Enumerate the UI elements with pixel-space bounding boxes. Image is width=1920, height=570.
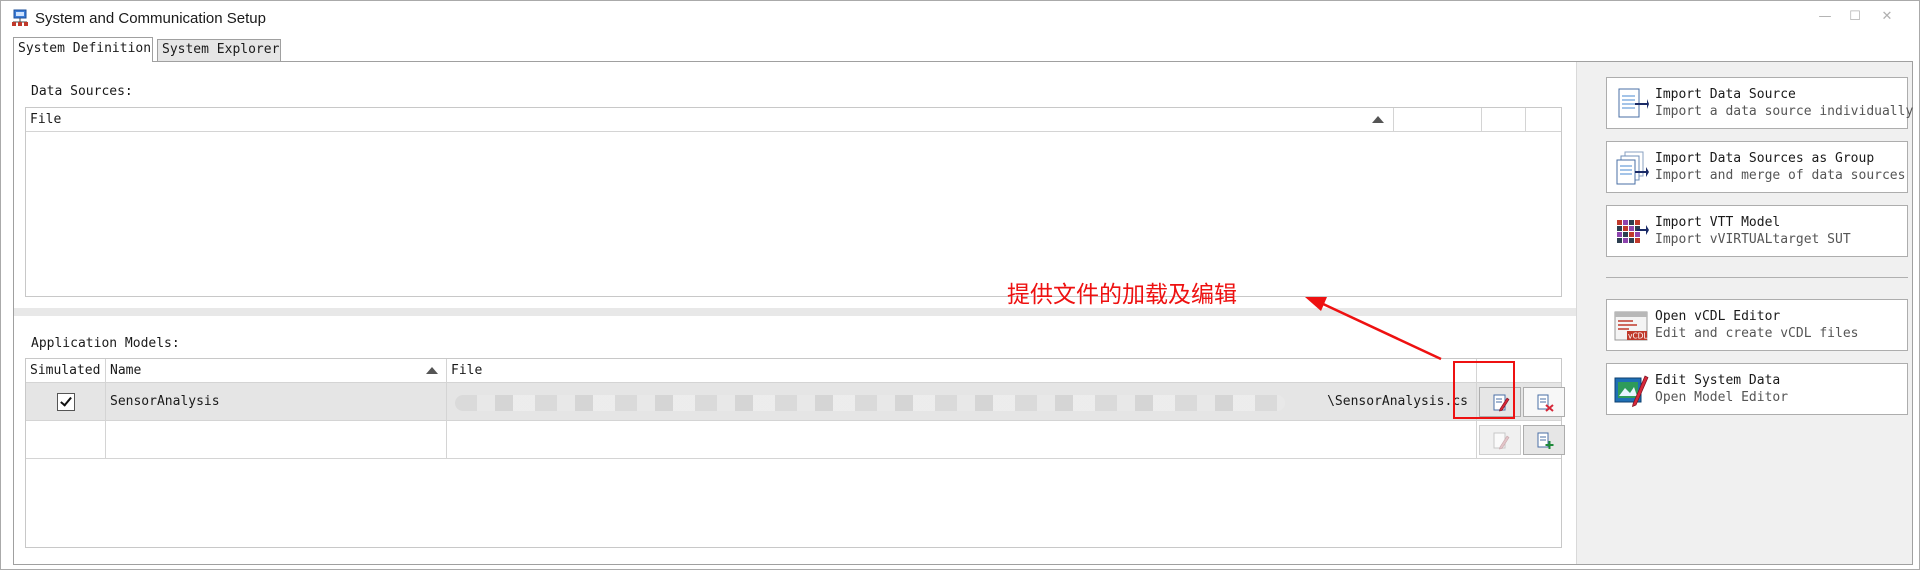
button-title: Import Data Sources as Group — [1655, 151, 1875, 166]
tab-system-definition[interactable]: System Definition — [13, 37, 153, 62]
column-header-blank-3[interactable] — [1526, 108, 1561, 132]
definition-pane: Data Sources: File Application Models: S — [14, 62, 1576, 564]
column-header-blank-2[interactable] — [1482, 108, 1526, 132]
button-title: Open vCDL Editor — [1655, 309, 1781, 324]
network-setup-icon — [12, 9, 28, 26]
table-row[interactable] — [26, 421, 1565, 459]
button-description: Edit and create vCDL files — [1655, 326, 1859, 341]
simulated-cell — [26, 421, 106, 459]
minimize-button[interactable]: — — [1811, 5, 1839, 29]
data-sources-label: Data Sources: — [31, 84, 133, 99]
data-sources-grid[interactable]: File — [25, 107, 1562, 297]
edit-document-icon — [1493, 432, 1510, 450]
model-name-cell[interactable] — [106, 421, 447, 459]
add-file-button[interactable] — [1523, 425, 1565, 455]
tab-system-explorer[interactable]: System Explorer — [157, 39, 281, 61]
button-title: Edit System Data — [1655, 373, 1781, 388]
application-models-grid[interactable]: Simulated Name File SensorAnalysis \Sens… — [25, 358, 1565, 548]
column-header-label: Name — [110, 363, 142, 378]
actions-pane: Import Data Source Import a data source … — [1590, 62, 1913, 564]
column-header-label: File — [30, 112, 62, 127]
annotation-text: 提供文件的加载及编辑 — [1007, 282, 1237, 308]
highlight-box — [1453, 361, 1515, 419]
data-sources-header: File — [26, 108, 1561, 132]
row-actions-cell — [1477, 421, 1565, 459]
import-data-source-button[interactable]: Import Data Source Import a data source … — [1606, 77, 1913, 129]
horizontal-splitter[interactable] — [14, 308, 1576, 316]
column-header-name[interactable]: Name — [106, 359, 447, 383]
column-header-simulated[interactable]: Simulated — [26, 359, 106, 383]
documents-group-import-icon — [1616, 151, 1649, 185]
application-models-label: Application Models: — [31, 336, 180, 351]
title-bar: System and Communication Setup — ☐ ✕ — [1, 1, 1919, 35]
simulated-checkbox[interactable] — [57, 393, 75, 411]
column-header-file[interactable]: File — [26, 108, 1394, 132]
button-description: Open Model Editor — [1655, 390, 1789, 405]
svg-text:vCDL: vCDL — [1628, 332, 1648, 341]
table-row[interactable]: SensorAnalysis \SensorAnalysis.cs — [26, 383, 1565, 421]
import-data-sources-group-button[interactable]: Import Data Sources as Group Import and … — [1606, 141, 1908, 193]
model-file-name: \SensorAnalysis.cs — [1327, 394, 1468, 409]
model-file-cell[interactable]: \SensorAnalysis.cs — [447, 383, 1477, 421]
close-button[interactable]: ✕ — [1873, 5, 1901, 29]
maximize-button[interactable]: ☐ — [1841, 5, 1869, 29]
document-import-icon — [1618, 88, 1649, 118]
sort-ascending-icon — [426, 367, 438, 374]
vertical-splitter[interactable] — [1576, 62, 1590, 564]
button-title: Import Data Source — [1655, 87, 1796, 102]
column-header-blank-1[interactable] — [1394, 108, 1482, 132]
app-window: System and Communication Setup — ☐ ✕ Sys… — [0, 0, 1920, 570]
blurred-file-path — [455, 395, 1285, 411]
separator — [1606, 277, 1908, 278]
simulated-cell — [26, 383, 106, 421]
vcdl-editor-icon: vCDL — [1614, 311, 1648, 341]
tab-content: Data Sources: File Application Models: S — [13, 61, 1913, 565]
application-models-header: Simulated Name File — [26, 359, 1561, 383]
model-file-cell[interactable] — [447, 421, 1477, 459]
open-vcdl-editor-button[interactable]: vCDL Open vCDL Editor Edit and create vC… — [1606, 299, 1908, 351]
edit-system-data-icon — [1614, 375, 1649, 408]
button-description: Import vVIRTUALtarget SUT — [1655, 232, 1851, 247]
edit-file-button — [1479, 425, 1521, 455]
edit-system-data-button[interactable]: Edit System Data Open Model Editor — [1606, 363, 1908, 415]
sort-ascending-icon — [1372, 116, 1384, 123]
remove-document-icon — [1537, 394, 1554, 412]
button-description: Import and merge of data sources — [1655, 168, 1906, 183]
model-name-cell[interactable]: SensorAnalysis — [106, 383, 447, 421]
add-document-icon — [1537, 432, 1554, 449]
button-title: Import VTT Model — [1655, 215, 1781, 230]
column-header-file[interactable]: File — [447, 359, 1477, 383]
button-description: Import a data source individually — [1655, 104, 1914, 119]
import-vtt-model-button[interactable]: Import VTT Model Import vVIRTUALtarget S… — [1606, 205, 1908, 257]
vtt-model-icon — [1617, 220, 1649, 243]
window-title: System and Communication Setup — [35, 10, 266, 27]
remove-file-button[interactable] — [1523, 387, 1565, 417]
